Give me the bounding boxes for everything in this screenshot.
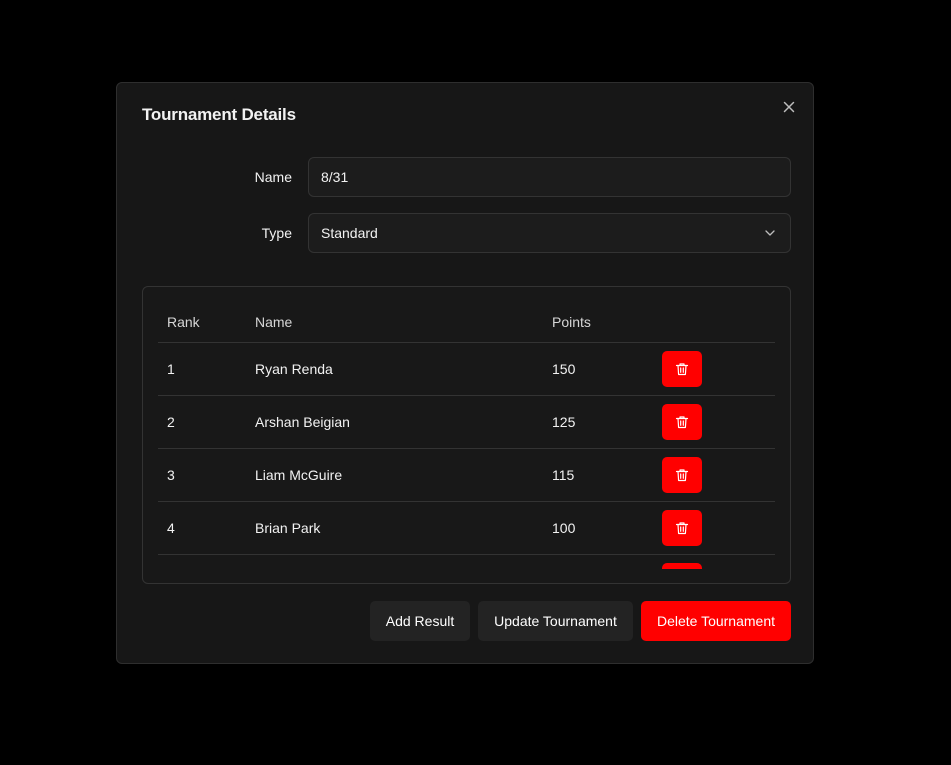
cell-actions [662,342,775,396]
cell-rank [158,554,255,569]
tournament-details-dialog: Tournament Details Name Type Standard Ra… [116,82,814,664]
cell-actions [662,448,775,502]
delete-result-button[interactable] [662,563,702,569]
cell-actions [662,501,775,555]
results-table-scroll[interactable]: Rank Name Points 1 Ryan Renda 150 2 Arsh… [158,302,775,569]
table-row: 2 Arshan Beigian 125 [158,395,775,449]
close-button[interactable] [779,97,799,117]
type-select[interactable]: Standard [308,213,791,253]
cell-actions [662,554,775,569]
trash-icon [675,363,689,376]
delete-result-button[interactable] [662,351,702,387]
name-label: Name [254,169,292,185]
table-header-row: Rank Name Points [158,302,775,343]
cell-player-name: Liam McGuire [255,448,552,502]
type-label: Type [261,225,292,241]
name-row: Name [117,157,815,197]
type-select-value: Standard [321,225,378,241]
table-row: 4 Brian Park 100 [158,501,775,555]
trash-icon [675,469,689,482]
add-result-button[interactable]: Add Result [370,601,470,641]
cell-points: 150 [552,342,662,396]
delete-result-button[interactable] [662,404,702,440]
cell-points: 115 [552,448,662,502]
trash-icon [675,522,689,535]
delete-tournament-button[interactable]: Delete Tournament [641,601,791,641]
type-row: Type Standard [117,213,815,253]
results-table: Rank Name Points 1 Ryan Renda 150 2 Arsh… [158,302,775,569]
cell-points: 125 [552,395,662,449]
chevron-down-icon [765,230,775,236]
results-table-card: Rank Name Points 1 Ryan Renda 150 2 Arsh… [142,286,791,584]
cell-actions [662,395,775,449]
table-row: 1 Ryan Renda 150 [158,342,775,396]
cell-player-name: Arshan Beigian [255,395,552,449]
cell-points: 100 [552,501,662,555]
cell-rank: 2 [158,395,255,449]
delete-result-button[interactable] [662,457,702,493]
dialog-title: Tournament Details [142,105,296,124]
table-row [158,554,775,569]
update-tournament-button[interactable]: Update Tournament [478,601,633,641]
header-points: Points [552,302,662,343]
close-icon [783,101,795,113]
cell-player-name: Brian Park [255,501,552,555]
cell-rank: 1 [158,342,255,396]
delete-result-button[interactable] [662,510,702,546]
cell-points [552,554,662,569]
header-actions [662,302,775,343]
cell-player-name: Ryan Renda [255,342,552,396]
name-input[interactable] [308,157,791,197]
cell-rank: 3 [158,448,255,502]
cell-player-name [255,554,552,569]
header-rank: Rank [158,302,255,343]
table-row: 3 Liam McGuire 115 [158,448,775,502]
trash-icon [675,416,689,429]
header-name: Name [255,302,552,343]
cell-rank: 4 [158,501,255,555]
